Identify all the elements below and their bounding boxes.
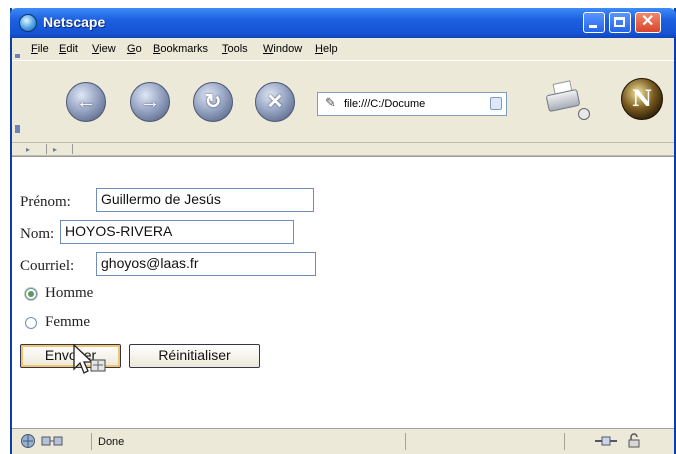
- page-proxy-icon: ✎: [325, 95, 336, 110]
- url-dropdown-button[interactable]: [490, 97, 502, 110]
- status-bar: Done: [12, 428, 674, 454]
- menu-file[interactable]: File: [31, 43, 49, 55]
- nom-label: Nom:: [20, 226, 55, 242]
- url-bar[interactable]: ✎ file:///C:/Docume: [317, 92, 507, 116]
- tab-strip: ▸ ▸: [12, 142, 674, 156]
- maximize-icon: [614, 17, 625, 27]
- back-arrow-icon: ←: [76, 91, 96, 113]
- page-content: Prénom: Guillermo de Jesús Nom: HOYOS-RI…: [12, 156, 674, 428]
- connection-icon[interactable]: [40, 433, 64, 449]
- navigation-toolbar: ← → ↻ ✕ ✎ file:///C:/Docume N: [12, 60, 674, 142]
- online-status-icon[interactable]: [593, 433, 619, 449]
- lock-icon[interactable]: [626, 433, 642, 449]
- courriel-label: Courriel:: [20, 258, 75, 274]
- homme-label: Homme: [45, 285, 94, 301]
- status-text: Done: [98, 436, 125, 448]
- security-globe-icon[interactable]: [20, 433, 36, 449]
- window-title: Netscape: [43, 14, 106, 30]
- prenom-input[interactable]: Guillermo de Jesús: [96, 188, 314, 212]
- homme-radio[interactable]: [25, 288, 37, 300]
- reload-icon: ↻: [204, 91, 222, 113]
- print-icon[interactable]: [545, 80, 590, 120]
- url-text: file:///C:/Docume: [344, 98, 426, 110]
- prenom-label: Prénom:: [20, 194, 71, 210]
- nom-input[interactable]: HOYOS-RIVERA: [60, 220, 294, 244]
- title-bar[interactable]: Netscape ✕: [10, 8, 676, 38]
- reset-button[interactable]: Réinitialiser: [129, 344, 260, 368]
- menu-go[interactable]: Go: [127, 43, 142, 55]
- femme-label: Femme: [45, 314, 90, 330]
- minimize-icon: [589, 25, 597, 28]
- logo-letter: N: [631, 86, 653, 112]
- stop-button[interactable]: ✕: [255, 82, 295, 122]
- menu-view[interactable]: View: [92, 43, 116, 55]
- reload-button[interactable]: ↻: [193, 82, 233, 122]
- stop-icon: ✕: [266, 91, 284, 113]
- browser-window: Netscape ✕ File Edit View Go Bookmarks T…: [10, 8, 676, 454]
- menu-tools[interactable]: Tools: [222, 43, 248, 55]
- close-button[interactable]: ✕: [635, 12, 661, 33]
- netscape-app-icon: [19, 14, 37, 32]
- maximize-button[interactable]: [609, 12, 631, 33]
- forward-arrow-icon: →: [140, 91, 160, 113]
- forward-button[interactable]: →: [130, 82, 170, 122]
- mouse-pointer-icon: [73, 343, 106, 374]
- menu-window[interactable]: Window: [263, 43, 302, 55]
- courriel-input[interactable]: ghoyos@laas.fr: [96, 252, 316, 276]
- netscape-logo-icon[interactable]: N: [621, 78, 663, 120]
- menubar-grip[interactable]: [15, 54, 20, 58]
- menu-edit[interactable]: Edit: [59, 43, 78, 55]
- back-button[interactable]: ←: [66, 82, 106, 122]
- femme-radio[interactable]: [25, 317, 37, 329]
- tab-scroll-right-icon[interactable]: ▸: [53, 145, 57, 154]
- tab-scroll-left-icon[interactable]: ▸: [26, 145, 30, 154]
- menu-bar: File Edit View Go Bookmarks Tools Window…: [12, 40, 674, 60]
- menu-help[interactable]: Help: [315, 43, 338, 55]
- toolbar-grip[interactable]: [15, 125, 20, 133]
- close-icon: ✕: [641, 13, 655, 30]
- minimize-button[interactable]: [583, 12, 605, 33]
- menu-bookmarks[interactable]: Bookmarks: [153, 43, 208, 55]
